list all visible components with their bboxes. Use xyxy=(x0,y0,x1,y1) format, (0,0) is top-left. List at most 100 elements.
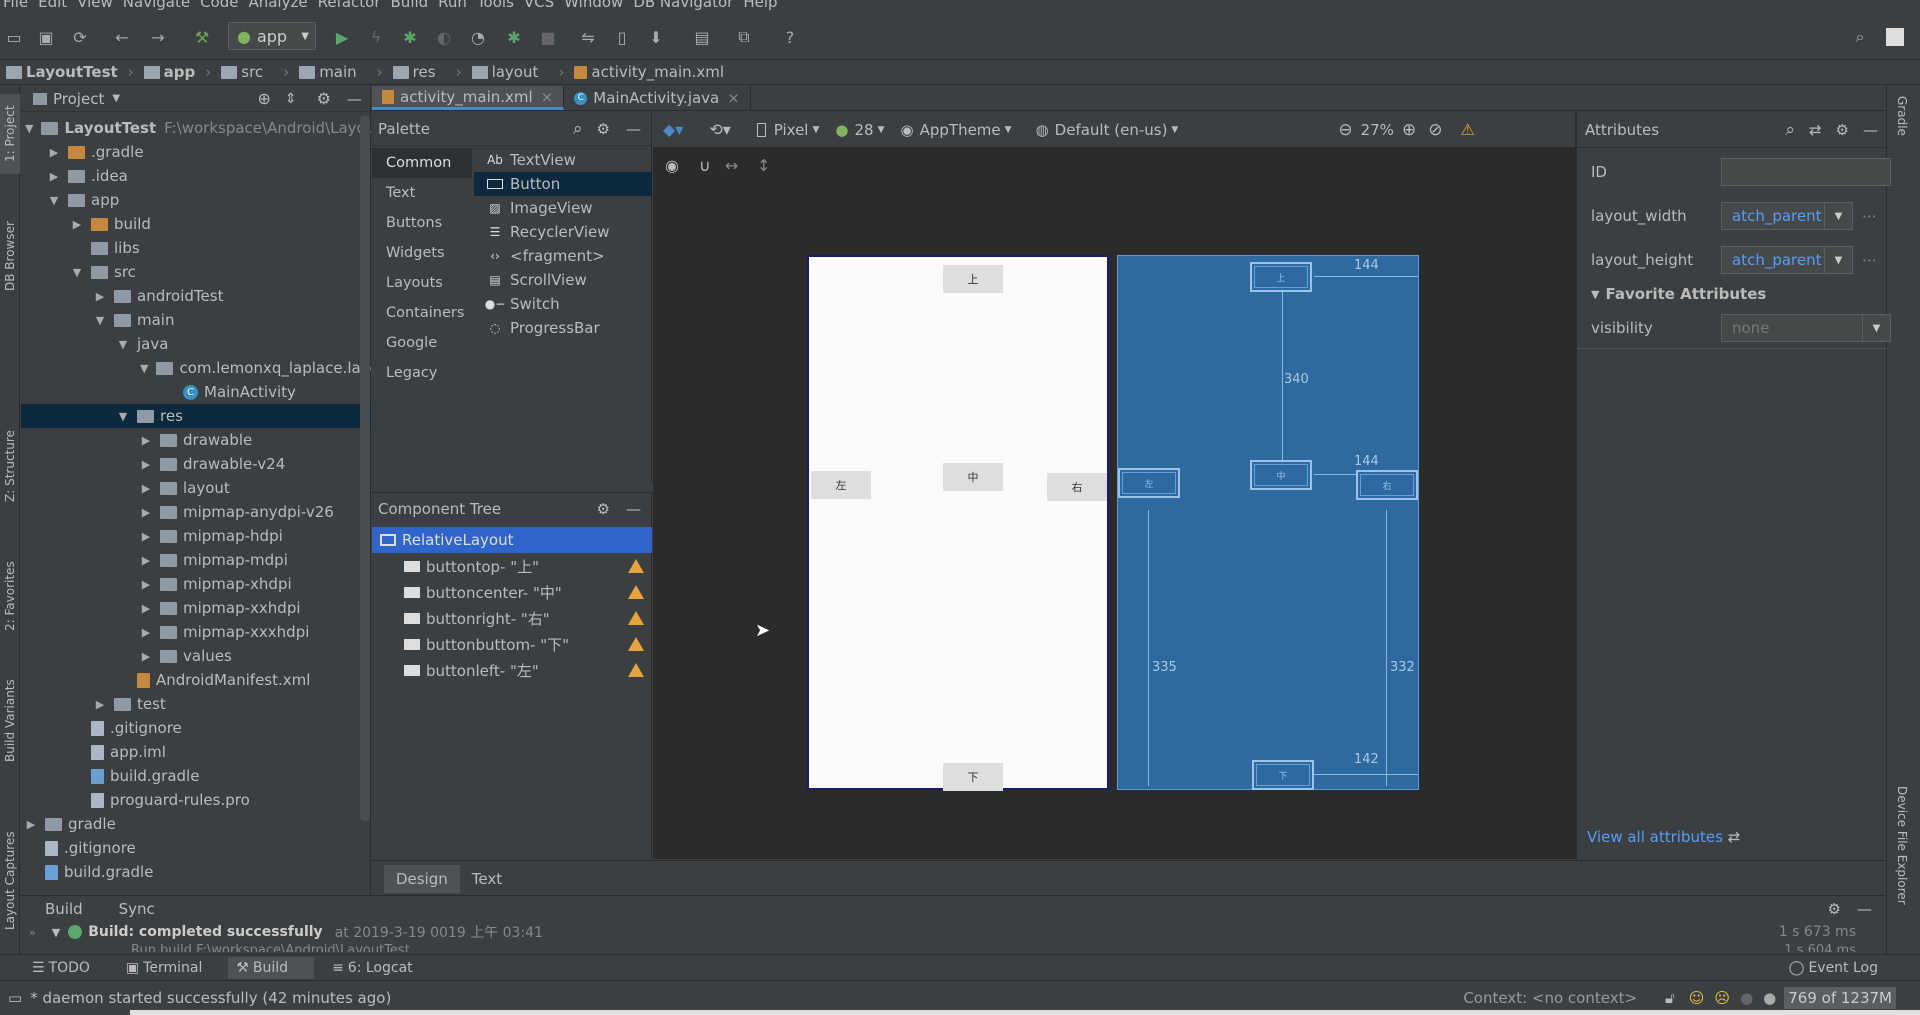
design-preview[interactable]: 上 中 左 右 下 xyxy=(807,255,1109,791)
project-tool-tab[interactable]: 1: Project xyxy=(0,94,20,174)
crumb-res[interactable]: res xyxy=(392,63,446,81)
palette-category-layouts[interactable]: Layouts xyxy=(372,268,472,298)
tab-design[interactable]: Design xyxy=(384,864,460,893)
happy-face-icon[interactable]: ☺ xyxy=(1689,989,1705,1007)
layout-inspector-icon[interactable]: ⧉ xyxy=(734,27,754,47)
swap-view-icon[interactable]: ⇄ xyxy=(1809,121,1822,139)
horizontal-pack-icon[interactable]: ↔ xyxy=(725,156,738,175)
tree-item[interactable]: ▶ test xyxy=(21,692,371,716)
chevron-down-icon[interactable]: ▼ xyxy=(71,266,83,279)
warning-icon[interactable] xyxy=(628,611,644,625)
menu-refactor[interactable]: Refactor xyxy=(318,0,381,10)
sync-icon[interactable]: ⟳ xyxy=(70,27,90,47)
palette-category-google[interactable]: Google xyxy=(372,328,472,358)
blueprint-button-bottom[interactable]: 下 xyxy=(1252,760,1314,790)
tab-sync[interactable]: Sync xyxy=(119,900,155,918)
project-structure-icon[interactable]: ▤ xyxy=(692,27,712,47)
tree-item[interactable]: ▶ mipmap-xxxhdpi xyxy=(21,620,371,644)
tab-activity-main[interactable]: activity_main.xml × xyxy=(372,86,565,110)
project-scrollbar[interactable] xyxy=(360,116,370,821)
tree-node-buttonbuttom[interactable]: buttonbuttom- "下" xyxy=(372,631,652,657)
warning-icon[interactable] xyxy=(628,663,644,677)
tree-item[interactable]: ▼ com.lemonxq_laplace.layou xyxy=(21,356,371,380)
gear-icon[interactable]: ⚙ xyxy=(597,500,610,518)
search-icon[interactable]: ⌕ xyxy=(1785,120,1795,140)
menu-view[interactable]: View xyxy=(77,0,113,10)
palette-category-common[interactable]: Common xyxy=(372,148,472,178)
chevron-right-icon[interactable]: ▶ xyxy=(71,218,83,231)
db-browser-tool-tab[interactable]: DB Browser xyxy=(0,206,20,306)
build-result-row[interactable]: » ▼ Build: completed successfully at 201… xyxy=(21,922,1886,942)
chevron-right-icon[interactable]: ▶ xyxy=(140,458,152,471)
tree-item[interactable]: build.gradle xyxy=(21,764,371,788)
chevron-right-icon[interactable]: ▶ xyxy=(140,626,152,639)
warning-icon[interactable] xyxy=(628,559,644,573)
chevron-right-icon[interactable]: ▶ xyxy=(140,434,152,447)
gear-icon[interactable]: ⚙ xyxy=(1836,121,1849,139)
favorite-attributes-section[interactable]: ▼ Favorite Attributes xyxy=(1577,280,1887,308)
blueprint-button-center[interactable]: 中 xyxy=(1250,460,1312,490)
menu-edit[interactable]: Edit xyxy=(38,0,67,10)
tree-node-relativelayout[interactable]: RelativeLayout xyxy=(372,527,652,553)
menu-navigate[interactable]: Navigate xyxy=(123,0,190,10)
tree-item[interactable]: AndroidManifest.xml xyxy=(21,668,371,692)
palette-category-containers[interactable]: Containers xyxy=(372,298,472,328)
chevron-right-icon[interactable]: ▶ xyxy=(140,650,152,663)
blueprint-view[interactable]: 上 中 左 右 下 144 340 144 335 332 142 xyxy=(1117,255,1419,790)
sad-face-icon[interactable]: ☹ xyxy=(1714,989,1730,1007)
save-icon[interactable]: ▣ xyxy=(36,27,56,47)
crumb-main[interactable]: main xyxy=(299,63,366,81)
tree-item[interactable]: ▶ mipmap-mdpi xyxy=(21,548,371,572)
device-select[interactable]: Pixel ▼ xyxy=(756,121,819,139)
menu-window[interactable]: Window xyxy=(564,0,623,10)
sdk-manager-icon[interactable]: ⬇ xyxy=(646,27,666,47)
tree-item[interactable]: ▶ drawable-v24 xyxy=(21,452,371,476)
palette-item-imageview[interactable]: ▨ ImageView xyxy=(474,196,652,220)
hide-icon[interactable]: — xyxy=(1863,121,1878,139)
preview-button-top[interactable]: 上 xyxy=(943,265,1003,293)
tree-item[interactable]: app.iml xyxy=(21,740,371,764)
chevron-down-icon[interactable]: ▼ xyxy=(117,338,129,351)
tree-item[interactable]: ▶ .idea xyxy=(21,164,371,188)
menu-analyze[interactable]: Analyze xyxy=(248,0,307,10)
tree-item[interactable]: build.gradle xyxy=(21,860,371,884)
tree-item[interactable]: ▶ mipmap-xhdpi xyxy=(21,572,371,596)
layout-captures-tool-tab[interactable]: Layout Captures xyxy=(0,816,20,946)
lock-icon[interactable]: 🔓︎ xyxy=(1665,989,1675,1007)
chevron-right-icon[interactable]: ▶ xyxy=(94,698,106,711)
tree-item[interactable]: C MainActivity xyxy=(21,380,371,404)
apply-changes-icon[interactable]: ϟ xyxy=(366,27,386,47)
tab-build[interactable]: Build xyxy=(45,900,83,918)
run-icon[interactable]: ▶ xyxy=(332,27,352,47)
chevron-right-icon[interactable]: ▶ xyxy=(25,818,37,831)
tree-item[interactable]: .gitignore xyxy=(21,716,371,740)
forward-icon[interactable]: → xyxy=(148,27,168,47)
menu-file[interactable]: File xyxy=(3,0,28,10)
orientation-icon[interactable]: ⟲▾ xyxy=(709,120,730,139)
tree-item[interactable]: ▼ res xyxy=(21,404,371,428)
chevron-down-icon[interactable]: ▼ xyxy=(48,194,60,207)
crumb-file[interactable]: activity_main.xml xyxy=(574,63,734,81)
chevron-right-icon[interactable]: ▶ xyxy=(140,506,152,519)
tree-item[interactable]: ▶ mipmap-xxhdpi xyxy=(21,596,371,620)
chevron-down-icon[interactable]: ▼ xyxy=(1824,247,1852,273)
project-view-select[interactable]: Project xyxy=(53,90,104,108)
tab-text[interactable]: Text xyxy=(460,865,514,893)
device-explorer-tool-tab[interactable]: Device File Explorer xyxy=(1895,786,1909,905)
chevron-right-icon[interactable]: ▶ xyxy=(48,170,60,183)
warning-icon[interactable] xyxy=(628,585,644,599)
tree-node-buttontop[interactable]: buttontop- "上" xyxy=(372,553,652,579)
preview-button-left[interactable]: 左 xyxy=(811,471,871,499)
preview-button-bottom[interactable]: 下 xyxy=(943,763,1003,791)
blueprint-button-top[interactable]: 上 xyxy=(1250,262,1312,292)
tree-item[interactable]: ▼ LayoutTest F:\workspace\Android\LayoutTe xyxy=(21,116,371,140)
crumb-project[interactable]: LayoutTest xyxy=(6,63,118,81)
chevron-right-icon[interactable]: ▶ xyxy=(140,530,152,543)
locale-select[interactable]: ◍ Default (en-us) ▼ xyxy=(1036,121,1179,139)
magnet-icon[interactable]: ∪ xyxy=(699,156,711,175)
chevron-right-icon[interactable]: ▶ xyxy=(48,146,60,159)
gear-icon[interactable]: ⚙ xyxy=(1828,900,1841,918)
tree-item[interactable]: .gitignore xyxy=(21,836,371,860)
event-log-button[interactable]: ◯ Event Log xyxy=(1789,960,1896,976)
memory-indicator[interactable]: 769 of 1237M xyxy=(1784,987,1896,1009)
